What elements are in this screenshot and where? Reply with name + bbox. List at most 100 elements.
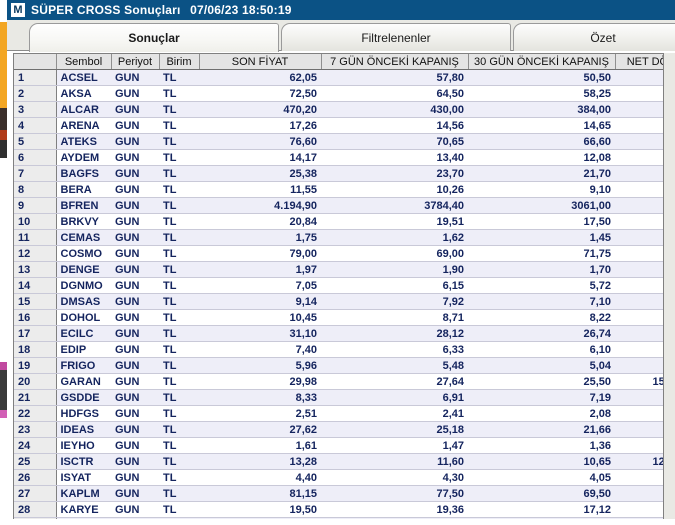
cell-rownum: 6 <box>14 149 57 166</box>
cell-periyot: GUN <box>111 437 159 454</box>
table-row[interactable]: 27KAPLMGUNTL81,1577,5069,502.381.561 <box>14 485 663 502</box>
cell-sembol: ARENA <box>56 117 111 134</box>
table-row[interactable]: 25ISCTRGUNTL13,2811,6010,6512.902.662.00… <box>14 453 663 470</box>
column-header-30-gun-onceki-kapanis[interactable]: 30 GÜN ÖNCEKİ KAPANIŞ <box>468 54 616 70</box>
cell-birim: TL <box>159 373 199 390</box>
cell-birim: TL <box>159 117 199 134</box>
table-row[interactable]: 6AYDEMGUNTL14,1713,4012,08-417.042.100 <box>14 149 663 166</box>
cell-kapanis-30: 4,05 <box>468 469 615 486</box>
strip-segment <box>0 140 7 158</box>
table-row[interactable]: 16DOHOLGUNTL10,458,718,22632.120.000 <box>14 309 663 326</box>
cell-kapanis-7: 14,56 <box>321 117 468 134</box>
right-gutter <box>664 53 675 525</box>
cell-sembol: ATEKS <box>56 133 111 150</box>
table-row[interactable]: 12COSMOGUNTL79,0069,0071,75-482.523 <box>14 245 663 262</box>
cell-sembol: EDIP <box>56 341 111 358</box>
cell-sembol: AKSA <box>56 85 111 102</box>
table-row[interactable]: 20GARANGUNTL29,9827,6425,5015.735.075.00… <box>14 373 663 390</box>
cell-son-fiyat: 13,28 <box>199 453 321 470</box>
cell-periyot: GUN <box>111 501 159 518</box>
cell-periyot: GUN <box>111 181 159 198</box>
table-row[interactable]: 19FRIGOGUNTL5,965,485,048.009.832 <box>14 357 663 374</box>
cell-periyot: GUN <box>111 485 159 502</box>
table-row[interactable]: 14DGNMOGUNTL7,056,155,7230.016.763 <box>14 277 663 294</box>
cell-rownum: 10 <box>14 213 57 230</box>
tab-sonuclar[interactable]: Sonuçlar <box>29 23 279 52</box>
window-title-sub: Sonuçları <box>124 3 181 17</box>
cell-net-donem-kari: 30.016.763 <box>615 277 663 294</box>
column-header-son-fiyat[interactable]: SON FİYAT <box>199 54 322 70</box>
cell-son-fiyat: 4.194,90 <box>199 197 321 214</box>
column-header-sembol[interactable]: Sembol <box>56 54 112 70</box>
cell-periyot: GUN <box>111 149 159 166</box>
tab-filtrelenenler-label: Filtrelenenler <box>361 30 431 45</box>
table-row[interactable]: 8BERAGUNTL11,5510,269,1091.389.190 <box>14 181 663 198</box>
super-cross-results-window: M SÜPER CROSS Sonuçları 07/06/23 18:50:1… <box>0 0 675 525</box>
column-header-rownum[interactable] <box>14 54 57 70</box>
column-header-periyot[interactable]: Periyot <box>111 54 160 70</box>
cell-kapanis-7: 1,62 <box>321 229 468 246</box>
table-row[interactable]: 10BRKVYGUNTL20,8419,5117,5070.289.000 <box>14 213 663 230</box>
cell-periyot: GUN <box>111 309 159 326</box>
table-row[interactable]: 9BFRENGUNTL4.194,903784,403061,0011.250.… <box>14 197 663 214</box>
tab-ozet[interactable]: Özet <box>513 23 675 51</box>
table-row[interactable]: 15DMSASGUNTL9,147,927,10-20.244.370 <box>14 293 663 310</box>
table-row[interactable]: 13DENGEGUNTL1,971,901,70-13.107.860 <box>14 261 663 278</box>
table-row[interactable]: 3ALCARGUNTL470,20430,00384,0042.989.703 <box>14 101 663 118</box>
table-row[interactable]: 26ISYATGUNTL4,404,304,0512.539.190 <box>14 469 663 486</box>
table-row[interactable]: 22HDFGSGUNTL2,512,412,08-141.069.800 <box>14 405 663 422</box>
cell-kapanis-30: 10,65 <box>468 453 615 470</box>
cell-birim: TL <box>159 421 199 438</box>
column-header-7-gun-onceki-kapanis[interactable]: 7 GÜN ÖNCEKİ KAPANIŞ <box>321 54 469 70</box>
cell-rownum: 28 <box>14 501 57 518</box>
cell-birim: TL <box>159 85 199 102</box>
cell-periyot: GUN <box>111 389 159 406</box>
cell-sembol: GSDDE <box>56 389 111 406</box>
strip-segment <box>0 418 7 448</box>
cell-kapanis-7: 1,47 <box>321 437 468 454</box>
cell-net-donem-kari: -5.649.874 <box>615 133 663 150</box>
cell-son-fiyat: 17,26 <box>199 117 321 134</box>
column-header-birim[interactable]: Birim <box>159 54 200 70</box>
cell-birim: TL <box>159 485 199 502</box>
cell-kapanis-30: 5,04 <box>468 357 615 374</box>
cell-periyot: GUN <box>111 293 159 310</box>
table-row[interactable]: 17ECILCGUNTL31,1028,1226,74192.272.000 <box>14 325 663 342</box>
cell-periyot: GUN <box>111 133 159 150</box>
cell-rownum: 11 <box>14 229 57 246</box>
table-row[interactable]: 4ARENAGUNTL17,2614,5614,6562.692.705 <box>14 117 663 134</box>
table-row[interactable]: 24IEYHOGUNTL1,611,471,36-4.605.568 <box>14 437 663 454</box>
cell-net-donem-kari: 11.250.143 <box>615 197 663 214</box>
cell-net-donem-kari: 8.009.832 <box>615 357 663 374</box>
cell-net-donem-kari: 2.381.561 <box>615 485 663 502</box>
window-titlebar[interactable]: M SÜPER CROSS Sonuçları 07/06/23 18:50:1… <box>7 0 675 20</box>
cell-kapanis-30: 21,70 <box>468 165 615 182</box>
cell-rownum: 2 <box>14 85 57 102</box>
cell-kapanis-30: 1,36 <box>468 437 615 454</box>
cell-birim: TL <box>159 165 199 182</box>
table-row[interactable]: 28KARYEGUNTL19,5019,3617,1228.663.350 <box>14 501 663 518</box>
cell-periyot: GUN <box>111 245 159 262</box>
cell-rownum: 8 <box>14 181 57 198</box>
cell-sembol: IEYHO <box>56 437 111 454</box>
cell-rownum: 26 <box>14 469 57 486</box>
cell-son-fiyat: 7,05 <box>199 277 321 294</box>
bottom-gutter <box>0 519 675 525</box>
table-row[interactable]: 5ATEKSGUNTL76,6070,6566,60-5.649.874 <box>14 133 663 150</box>
results-table-panel[interactable]: Sembol Periyot Birim SON FİYAT 7 GÜN ÖNC… <box>13 53 664 525</box>
cell-birim: TL <box>159 501 199 518</box>
table-row[interactable]: 1ACSELGUNTL62,0557,8050,505.795.466 <box>14 69 663 86</box>
table-row[interactable]: 7BAGFSGUNTL25,3823,7021,70-159.645.800 <box>14 165 663 182</box>
table-row[interactable]: 21GSDDEGUNTL8,336,917,192.218.000 <box>14 389 663 406</box>
table-row[interactable]: 23IDEASGUNTL27,6225,1821,664.472.142 <box>14 421 663 438</box>
column-header-net-donem-kari[interactable]: NET DÖNEM KARI <box>615 54 663 70</box>
cell-son-fiyat: 72,50 <box>199 85 321 102</box>
tab-filtrelenenler[interactable]: Filtrelenenler <box>281 23 511 51</box>
cell-birim: TL <box>159 325 199 342</box>
table-row[interactable]: 2AKSAGUNTL72,5064,5058,25569.551.000 <box>14 85 663 102</box>
cell-kapanis-30: 9,10 <box>468 181 615 198</box>
table-row[interactable]: 18EDIPGUNTL7,406,336,10-23.861.270 <box>14 341 663 358</box>
strip-segment <box>0 158 7 358</box>
table-row[interactable]: 11CEMASGUNTL1,751,621,4535.251.447 <box>14 229 663 246</box>
cell-son-fiyat: 1,61 <box>199 437 321 454</box>
